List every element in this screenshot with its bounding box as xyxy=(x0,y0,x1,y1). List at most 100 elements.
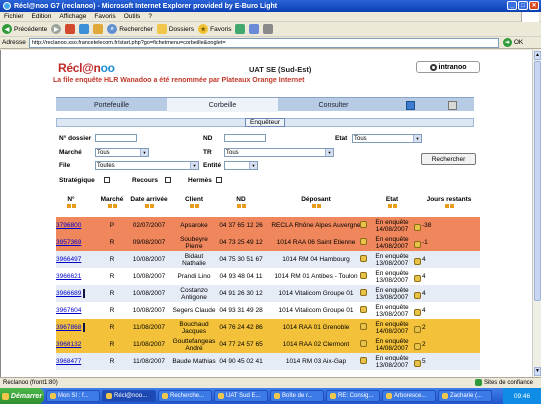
menu-item-favoris[interactable]: Favoris xyxy=(94,13,115,20)
dossier-link[interactable]: 3968477 xyxy=(56,358,81,365)
close-button[interactable]: ✕ xyxy=(529,1,539,10)
file-select[interactable]: Toutes ▼ xyxy=(95,161,199,170)
strategique-checkbox[interactable] xyxy=(104,177,110,183)
lock-icon[interactable] xyxy=(414,343,421,350)
recours-checkbox[interactable] xyxy=(165,177,171,183)
lock-icon[interactable] xyxy=(414,224,421,231)
sort-desc-icon[interactable] xyxy=(316,204,321,208)
scroll-down-icon[interactable]: ▼ xyxy=(534,367,541,376)
col-marche[interactable]: Marché xyxy=(98,196,126,208)
dossier-link[interactable]: 3968132 xyxy=(56,341,81,348)
sort-desc-icon[interactable] xyxy=(241,204,246,208)
cell-num[interactable]: 3967868 xyxy=(56,319,86,336)
dossier-link[interactable]: 3957369 xyxy=(56,239,81,246)
table-row[interactable]: 3966689 R 10/08/2007 Costanzo Antigone 04 91… xyxy=(56,285,480,302)
lock-icon[interactable] xyxy=(360,221,367,228)
col-num[interactable]: N° xyxy=(56,196,86,208)
menu-item-help[interactable]: ? xyxy=(148,13,152,20)
dossier-link[interactable]: 3966621 xyxy=(56,273,81,280)
lock-icon[interactable] xyxy=(414,360,421,367)
sort-asc-icon[interactable] xyxy=(189,204,194,208)
taskbar-item[interactable]: UAT Sud E... xyxy=(214,390,268,402)
lock-icon[interactable] xyxy=(360,289,367,296)
tab-logout[interactable] xyxy=(432,98,474,112)
dossier-link[interactable]: 3967868 xyxy=(56,324,81,331)
cell-num[interactable]: 3968477 xyxy=(56,353,86,370)
cell-num[interactable]: 3967604 xyxy=(56,302,86,319)
lock-icon[interactable] xyxy=(360,323,367,330)
maximize-button[interactable]: □ xyxy=(518,1,528,10)
lock-icon[interactable] xyxy=(414,258,421,265)
cell-num[interactable]: 3957369 xyxy=(56,234,86,251)
lock-icon[interactable] xyxy=(360,340,367,347)
taskbar-item[interactable]: Recherche... xyxy=(158,390,212,402)
dossier-link[interactable]: 3796800 xyxy=(56,222,81,229)
dossier-link[interactable]: 3967604 xyxy=(56,307,81,314)
cell-num[interactable]: 3966497 xyxy=(56,251,86,268)
stop-button[interactable] xyxy=(65,24,76,34)
lock-icon[interactable] xyxy=(414,292,421,299)
dossier-link[interactable]: 3966689 xyxy=(56,290,81,297)
back-button[interactable]: ◀ Précédente xyxy=(2,24,47,34)
menu-item-outils[interactable]: Outils xyxy=(124,13,141,20)
forward-button[interactable]: ▶ xyxy=(51,24,62,34)
lock-icon[interactable] xyxy=(360,306,367,313)
sort-desc-icon[interactable] xyxy=(71,204,76,208)
sort-desc-icon[interactable] xyxy=(392,204,397,208)
dossier-link[interactable]: 3966497 xyxy=(56,256,81,263)
favorites-button[interactable]: ★ Favoris xyxy=(198,24,231,34)
lock-icon[interactable] xyxy=(360,357,367,364)
taskbar-item[interactable]: Récl@noo... xyxy=(102,390,156,402)
sort-asc-icon[interactable] xyxy=(236,204,241,208)
taskbar-item[interactable]: Arboresce... xyxy=(382,390,436,402)
table-row[interactable]: 3957369 R 09/08/2007 Soubeyre Pierre 04 73 2… xyxy=(56,234,480,251)
etat-select[interactable]: Tous ▼ xyxy=(352,134,422,143)
col-date[interactable]: Date arrivée xyxy=(126,196,172,208)
lock-icon[interactable] xyxy=(360,238,367,245)
intranoo-link[interactable]: intranoo xyxy=(416,61,480,73)
sort-desc-icon[interactable] xyxy=(449,204,454,208)
history-button[interactable] xyxy=(235,24,246,34)
sort-desc-icon[interactable] xyxy=(149,204,154,208)
lock-icon[interactable] xyxy=(414,326,421,333)
table-row[interactable]: 3968132 R 11/08/2007 Gouttefangeas André 04 … xyxy=(56,336,480,353)
go-button[interactable]: ➜ OK xyxy=(502,38,523,47)
menu-item-edition[interactable]: Edition xyxy=(32,13,52,20)
scroll-thumb[interactable] xyxy=(534,61,541,301)
lock-icon[interactable] xyxy=(414,275,421,282)
taskbar-item[interactable]: Zacharie (... xyxy=(438,390,492,402)
sort-desc-icon[interactable] xyxy=(194,204,199,208)
mail-button[interactable] xyxy=(249,24,260,34)
print-button[interactable] xyxy=(263,24,274,34)
col-etat[interactable]: Etat xyxy=(366,196,418,208)
sort-asc-icon[interactable] xyxy=(311,204,316,208)
table-row[interactable]: 3967604 R 10/08/2007 Segers Claude 04 93 31 … xyxy=(56,302,480,319)
start-button[interactable]: Démarrer xyxy=(0,388,44,404)
entite-select[interactable]: ▼ xyxy=(224,161,258,170)
cell-num[interactable]: 3966621 xyxy=(56,268,86,285)
cell-num[interactable]: 3966689 xyxy=(56,285,86,302)
minimize-button[interactable]: _ xyxy=(507,1,517,10)
address-input[interactable]: http://reclanoo.sso.francetelecom.fr/sta… xyxy=(28,37,499,48)
sort-asc-icon[interactable] xyxy=(387,204,392,208)
tr-select[interactable]: Tous ▼ xyxy=(224,148,334,157)
home-button[interactable] xyxy=(93,24,104,34)
table-row[interactable]: 3966497 R 10/08/2007 Bidaut Nathalie 04 75 3… xyxy=(56,251,480,268)
sort-asc-icon[interactable] xyxy=(107,204,112,208)
sort-desc-icon[interactable] xyxy=(112,204,117,208)
tab-consulter[interactable]: Consulter xyxy=(278,98,389,112)
lock-icon[interactable] xyxy=(414,241,421,248)
col-deposant[interactable]: Déposant xyxy=(266,196,366,208)
marche-select[interactable]: Tous ▼ xyxy=(95,148,149,157)
taskbar-item[interactable]: Boîte de r... xyxy=(270,390,324,402)
hermes-checkbox[interactable] xyxy=(216,177,222,183)
lock-icon[interactable] xyxy=(414,309,421,316)
dossier-input[interactable] xyxy=(95,134,137,142)
refresh-button[interactable] xyxy=(79,24,90,34)
menu-item-fichier[interactable]: Fichier xyxy=(4,13,24,20)
taskbar-item[interactable]: RE: Consig... xyxy=(326,390,380,402)
tab-corbeille[interactable]: Corbeille xyxy=(167,98,279,112)
sort-asc-icon[interactable] xyxy=(66,204,71,208)
cell-num[interactable]: 3796800 xyxy=(56,217,86,234)
col-nd[interactable]: ND xyxy=(216,196,266,208)
